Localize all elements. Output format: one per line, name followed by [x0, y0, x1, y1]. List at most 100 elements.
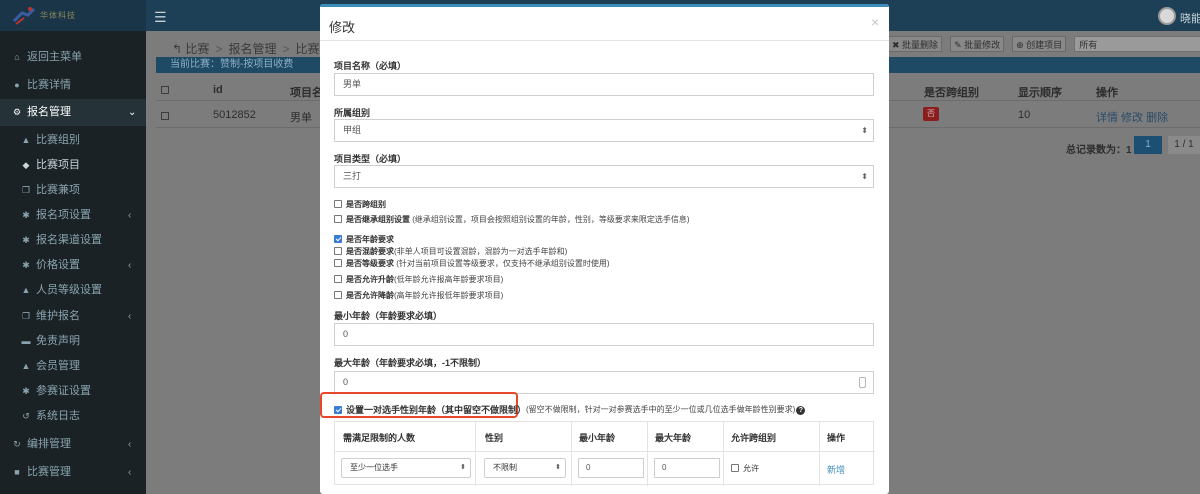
brand-name: 华体科技: [40, 11, 76, 20]
avatar[interactable]: [1158, 7, 1176, 25]
checkbox-box[interactable]: [334, 406, 342, 414]
home-icon: ⌂: [14, 52, 20, 62]
sidebar-item-label: 免责声明: [36, 335, 80, 347]
checkbox-desc: (非单人项目可设置混龄，混龄为一对选手年龄和): [394, 247, 568, 256]
sidebar-item-back-main[interactable]: ⌂ 返回主菜单: [0, 45, 146, 70]
allow-cross-checkbox[interactable]: 允许: [731, 463, 759, 474]
sidebar-item-signup-management[interactable]: ⚙ 报名管理 ⌄: [0, 99, 146, 126]
select-all-checkbox[interactable]: [161, 86, 169, 94]
item-name-input[interactable]: 男单: [334, 73, 874, 96]
sidebar-item-pass-settings[interactable]: ✱ 参赛证设置: [0, 379, 146, 404]
checkbox-box[interactable]: [334, 200, 342, 208]
create-item-button[interactable]: ⊕ 创建项目: [1012, 36, 1067, 52]
checkbox-box[interactable]: [334, 235, 342, 243]
user-name[interactable]: 晓能: [1180, 10, 1200, 26]
gear-icon: ✱: [22, 210, 30, 220]
checkbox-label: 允许: [743, 464, 759, 473]
row-actions[interactable]: 详情 修改 删除: [1096, 109, 1168, 125]
page-current-button[interactable]: 1: [1134, 136, 1162, 154]
group-label: 所属组别: [334, 108, 371, 118]
number-spinner-icon[interactable]: [859, 377, 866, 388]
pair-min-age-input[interactable]: 0: [578, 458, 644, 478]
row-checkbox[interactable]: [161, 112, 169, 120]
add-row-link[interactable]: 新增: [827, 463, 845, 476]
sidebar-item-match-items[interactable]: ◆ 比赛项目: [0, 153, 146, 178]
sidebar-item-level-settings[interactable]: ▲ 人员等级设置: [0, 278, 146, 303]
sidebar-item-system-log[interactable]: ↺ 系统日志: [0, 404, 146, 429]
logo-runner-icon: [12, 7, 36, 25]
total-records: 总记录数为：1: [1066, 145, 1132, 156]
checkbox-box[interactable]: [334, 247, 342, 255]
modal-title: 修改: [329, 20, 356, 35]
menu-toggle-icon[interactable]: ☰: [154, 9, 167, 26]
checkbox-box[interactable]: [334, 259, 342, 267]
column-header-id[interactable]: id: [213, 84, 223, 96]
column-header-name[interactable]: 项目名: [290, 84, 323, 100]
max-age-label: 最大年龄（年龄要求必填，-1不限制）: [334, 358, 487, 368]
group-value: 甲组: [343, 125, 362, 135]
cogs-icon: ⚙: [12, 107, 22, 117]
checkbox-box[interactable]: [731, 464, 739, 472]
mixed-age-checkbox[interactable]: 是否混龄要求(非单人项目可设置混龄，混龄为一对选手年龄和): [334, 246, 567, 258]
info-icon: ●: [14, 80, 20, 90]
checkbox-box[interactable]: [334, 291, 342, 299]
column-header-order[interactable]: 显示顺序: [1018, 84, 1062, 100]
checkbox-box[interactable]: [334, 215, 342, 223]
inherit-group-checkbox[interactable]: 是否继承组别设置 (继承组别设置，项目会按照组别设置的年龄，性别，等级要求来限定…: [334, 214, 690, 226]
sidebar-item-maintain-signup[interactable]: ❐ 维护报名 ‹: [0, 304, 146, 329]
sidebar-item-combined-items[interactable]: ❐ 比赛兼项: [0, 178, 146, 203]
filter-select[interactable]: 所有▾: [1074, 36, 1200, 52]
cross-group-checkbox[interactable]: 是否跨组别: [334, 199, 386, 211]
table-divider: [723, 422, 724, 486]
min-age-value: 0: [343, 329, 349, 339]
sidebar-item-price-settings[interactable]: ✱ 价格设置 ‹: [0, 253, 146, 278]
sidebar-item-match-management[interactable]: ■ 比赛管理 ‹: [0, 460, 146, 485]
table-divider: [475, 422, 476, 486]
current-match-label: 当前比赛：赞制-按项目收费: [170, 59, 294, 70]
sidebar-item-signup-fields[interactable]: ✱ 报名项设置 ‹: [0, 203, 146, 228]
question-icon[interactable]: ?: [796, 406, 806, 415]
sidebar-item-members[interactable]: ▲ 会员管理: [0, 354, 146, 379]
sidebar-item-disclaimer[interactable]: ▬ 免责声明: [0, 329, 146, 354]
sidebar-item-label: 报名项设置: [36, 209, 91, 221]
group-select[interactable]: 甲组 ⬍: [334, 119, 874, 142]
checkbox-box[interactable]: [334, 275, 342, 283]
batch-edit-button[interactable]: ✎ 批量修改: [950, 36, 1005, 52]
max-age-input[interactable]: 0: [334, 371, 874, 394]
column-header-cross-group[interactable]: 是否跨组别: [924, 84, 979, 100]
chevron-left-icon: ‹: [128, 311, 132, 322]
player-count-select[interactable]: 至少一位选手 ⬍: [341, 458, 471, 478]
batch-delete-button[interactable]: ✖ 批量删除: [888, 36, 943, 52]
row-id: 5012852: [213, 109, 256, 121]
gender-select[interactable]: 不限制 ⬍: [484, 458, 566, 478]
level-requirement-checkbox[interactable]: 是否等级要求 (针对当前项目设置等级要求，仅支持不继承组别设置时使用): [334, 258, 610, 270]
breadcrumb-level1[interactable]: 报名管理: [228, 42, 276, 56]
item-type-select[interactable]: 三打 ⬍: [334, 165, 874, 188]
back-arrow-icon[interactable]: ↰: [172, 42, 182, 56]
table-divider: [647, 422, 648, 486]
sidebar-item-match-detail[interactable]: ● 比赛详情: [0, 73, 146, 98]
app-logo[interactable]: 华体科技: [0, 0, 146, 31]
max-age-value: 0: [343, 377, 349, 387]
breadcrumb-root[interactable]: 比赛: [185, 42, 209, 56]
sidebar-item-label: 比赛项目: [36, 159, 80, 171]
copy-icon: ❐: [21, 311, 31, 321]
close-icon[interactable]: ×: [871, 14, 879, 30]
allow-age-up-checkbox[interactable]: 是否允许升龄(低年龄允许报高年龄要求项目): [334, 274, 503, 286]
pair-max-age-input[interactable]: 0: [654, 458, 720, 478]
column-header-allow-cross: 允许跨组别: [731, 433, 777, 443]
pair-gender-age-checkbox[interactable]: 设置一对选手性别年龄（其中留空不做限制）: [334, 403, 526, 416]
filter-value: 所有: [1079, 40, 1098, 50]
pair-gender-age-desc: (留空不做限制，针对一对参赛选手中的至少一位或几位选手做年龄性别要求)?: [526, 404, 806, 415]
sidebar-item-signup-channels[interactable]: ✱ 报名渠道设置: [0, 228, 146, 253]
sidebar-item-match-groups[interactable]: ▲ 比赛组别: [0, 128, 146, 153]
sidebar-item-arrangement[interactable]: ↻ 编排管理 ‹: [0, 432, 146, 457]
select-caret-icon: ⬍: [460, 464, 466, 471]
min-age-input[interactable]: 0: [334, 323, 874, 346]
sidebar-item-label: 比赛组别: [36, 134, 80, 146]
column-header-max-age: 最大年龄: [655, 433, 692, 443]
age-requirement-checkbox[interactable]: 是否年龄要求: [334, 234, 394, 246]
allow-age-down-checkbox[interactable]: 是否允许降龄(高年龄允许报低年龄要求项目): [334, 290, 503, 302]
checkbox-label: 是否等级要求: [346, 259, 394, 268]
copy-icon: ❐: [21, 185, 31, 195]
